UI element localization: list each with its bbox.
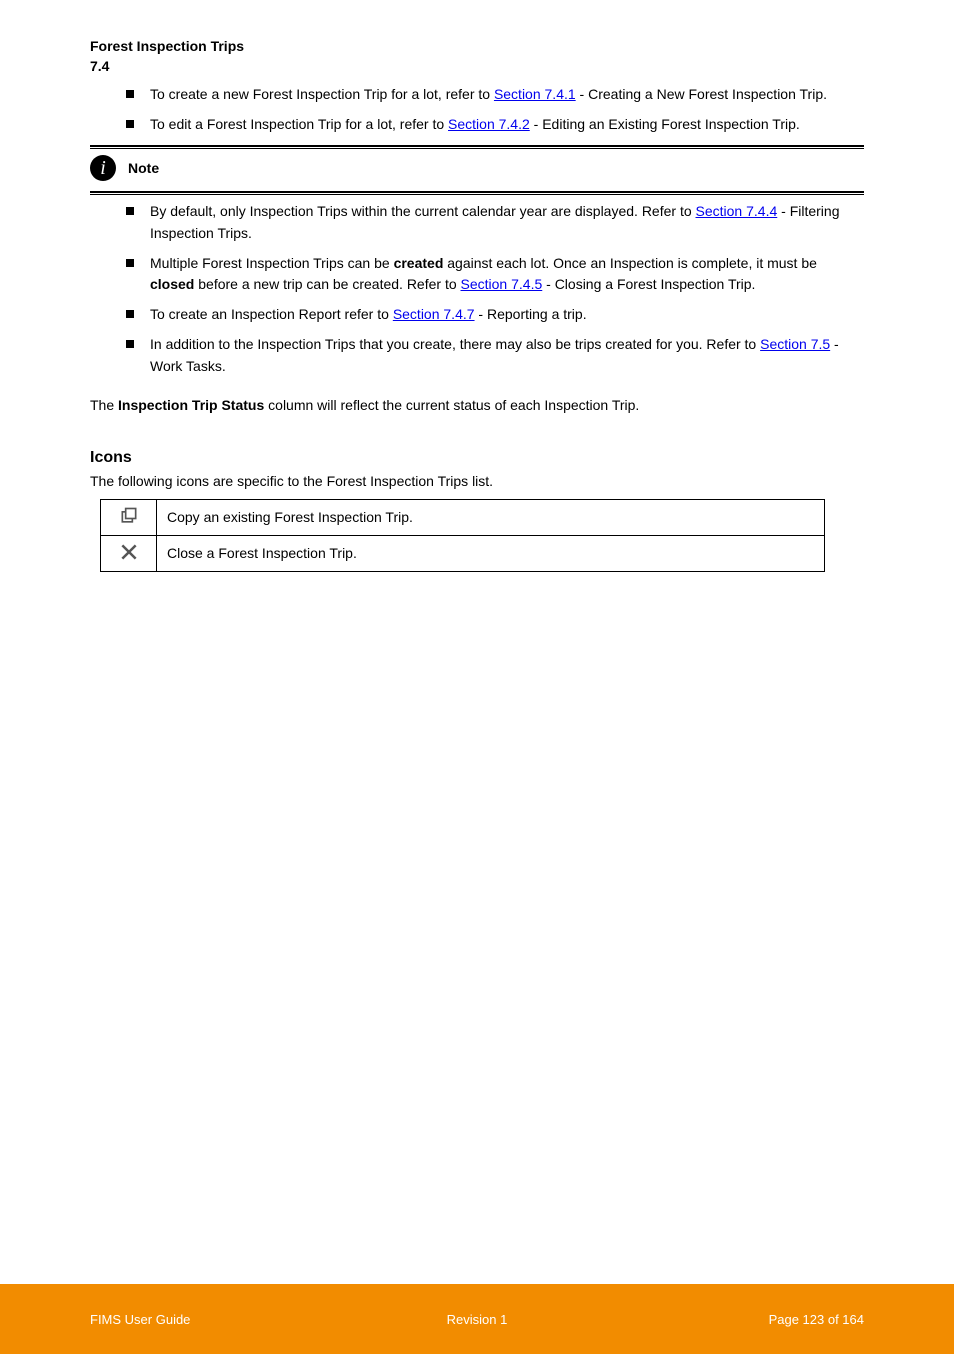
icon-description: Copy an existing Forest Inspection Trip. [157,499,825,535]
table-row: Close a Forest Inspection Trip. [101,535,825,571]
list-item: To edit a Forest Inspection Trip for a l… [126,114,864,136]
section-title: Forest Inspection Trips [90,38,864,54]
section-link[interactable]: Section 7.5 [760,336,830,352]
divider [90,191,864,195]
list-item: In addition to the Inspection Trips that… [126,334,864,377]
section-id: 7.4 [90,58,864,74]
footer-right: Page 123 of 164 [606,1312,864,1327]
list-item: To create an Inspection Report refer to … [126,304,864,326]
text: In addition to the Inspection Trips that… [150,336,760,352]
icon-description: Close a Forest Inspection Trip. [157,535,825,571]
text: against each lot. Once an Inspection is … [443,255,817,271]
list-item: To create a new Forest Inspection Trip f… [126,84,864,106]
section-link[interactable]: Section 7.4.5 [461,276,543,292]
footer-center: Revision 1 [348,1312,606,1327]
text: To create a new Forest Inspection Trip f… [150,86,494,102]
text: - Editing an Existing Forest Inspection … [530,116,800,132]
section-link[interactable]: Section 7.4.7 [393,306,475,322]
note-bullet-list: By default, only Inspection Trips within… [90,201,864,377]
section-link[interactable]: Section 7.4.4 [696,203,778,219]
footer: FIMS User Guide Revision 1 Page 123 of 1… [0,1284,954,1354]
column-name: Inspection Trip Status [118,397,264,413]
text: To create an Inspection Report refer to [150,306,393,322]
icons-table: Copy an existing Forest Inspection Trip.… [100,499,825,572]
text: before a new trip can be created. Refer … [194,276,460,292]
table-row: Copy an existing Forest Inspection Trip. [101,499,825,535]
footer-left: FIMS User Guide [90,1312,348,1327]
text: Multiple Forest Inspection Trips can be [150,255,394,271]
icons-intro: The following icons are specific to the … [90,473,864,489]
text: By default, only Inspection Trips within… [150,203,696,219]
section-link[interactable]: Section 7.4.2 [448,116,530,132]
icon-cell [101,535,157,571]
text: - Reporting a trip. [475,306,587,322]
divider [90,145,864,149]
section-link[interactable]: Section 7.4.1 [494,86,576,102]
copy-icon [119,506,139,526]
icons-heading: Icons [90,449,864,467]
text: column will reflect the current status o… [264,397,639,413]
text: To edit a Forest Inspection Trip for a l… [150,116,448,132]
text: The [90,397,118,413]
icon-cell [101,499,157,535]
info-icon: i [90,155,116,181]
list-item: Multiple Forest Inspection Trips can be … [126,253,864,296]
text: - Closing a Forest Inspection Trip. [542,276,755,292]
note-label: Note [128,160,159,176]
close-icon [119,542,139,562]
list-item: By default, only Inspection Trips within… [126,201,864,244]
note-block: i Note [90,155,864,181]
status-paragraph: The Inspection Trip Status column will r… [90,395,864,417]
intro-bullet-list: To create a new Forest Inspection Trip f… [90,84,864,135]
bold-text: closed [150,276,194,292]
text: - Creating a New Forest Inspection Trip. [576,86,827,102]
bold-text: created [394,255,444,271]
